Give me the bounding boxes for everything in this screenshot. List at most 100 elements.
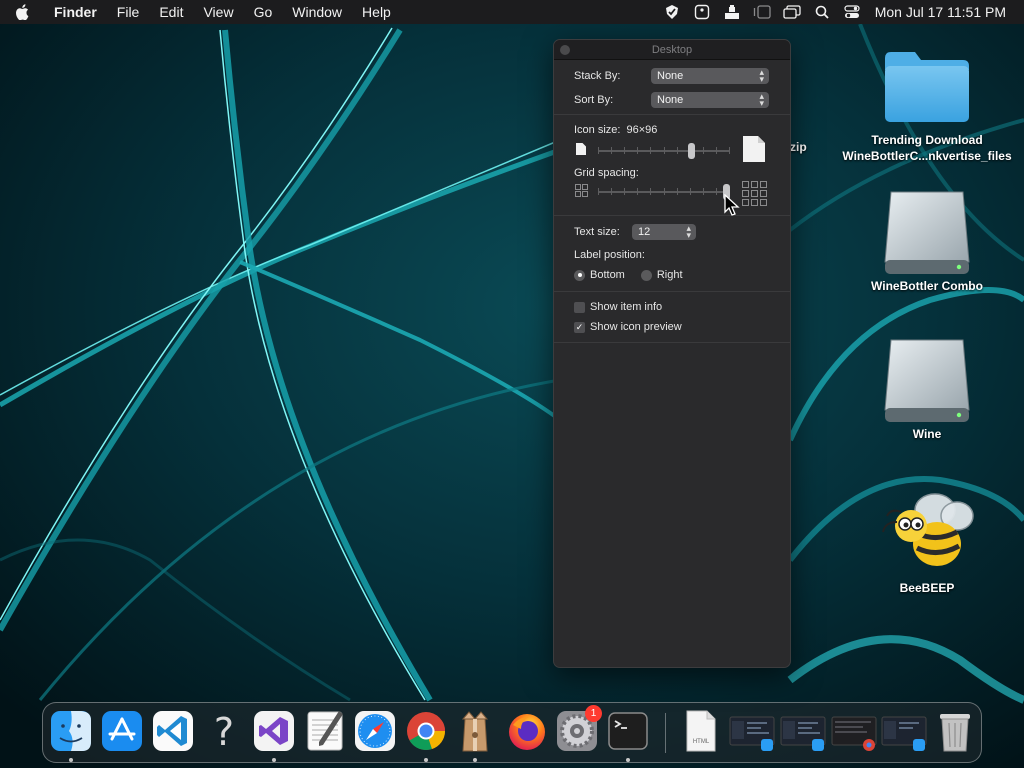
menu-clock[interactable]: Mon Jul 17 11:51 PM — [867, 4, 1024, 20]
desktop-view-options-panel: Desktop Stack By: None ▴ ▾ Sort By: None … — [553, 39, 791, 668]
menu-file[interactable]: File — [107, 0, 150, 24]
show-item-info-checkbox[interactable] — [574, 301, 585, 313]
desktop-icon-label: BeeBEEP — [899, 581, 955, 595]
dock-visual-studio[interactable] — [252, 709, 296, 753]
desktop-disk-winebottler-combo[interactable]: WineBottler Combo — [837, 188, 1017, 294]
spotlight-search-icon[interactable] — [809, 0, 835, 24]
close-button[interactable] — [560, 45, 570, 55]
slider-tick — [690, 188, 691, 195]
running-indicator — [473, 758, 477, 762]
menu-go[interactable]: Go — [244, 0, 283, 24]
slider-tick — [664, 147, 665, 154]
popup-chevron-icon: ▴ ▾ — [759, 67, 764, 84]
show-icon-preview-label: Show icon preview — [590, 321, 682, 333]
desktop-icon-label: Wine — [912, 427, 942, 441]
window-thumbnail-icon — [729, 716, 775, 751]
dock-visual-studio-code[interactable] — [151, 709, 195, 753]
slider-tick — [598, 147, 599, 154]
trash-icon — [940, 714, 970, 752]
dock-terminal[interactable] — [606, 709, 650, 753]
app-status-icon[interactable] — [689, 0, 715, 24]
stage-manager-icon[interactable] — [749, 0, 775, 24]
sort-by-value: None — [657, 94, 684, 106]
dock-window-preview-1[interactable] — [729, 709, 775, 753]
menu-finder[interactable]: Finder — [44, 0, 107, 24]
dock-app-store[interactable] — [100, 709, 144, 753]
chrome-icon — [407, 712, 446, 750]
menu-window[interactable]: Window — [282, 0, 352, 24]
menu-view[interactable]: View — [193, 0, 243, 24]
label-position-bottom-label: Bottom — [590, 269, 625, 281]
slider-tick — [624, 147, 625, 154]
drive-icon — [884, 191, 970, 274]
control-center-icon[interactable] — [839, 0, 865, 24]
window-thumbnail-icon — [881, 716, 927, 751]
dock-window-preview-2[interactable] — [780, 709, 826, 753]
slider-tick — [703, 188, 704, 195]
window-thumbnail-icon — [780, 716, 826, 751]
show-icon-preview-checkbox[interactable]: ✓ — [574, 321, 585, 333]
stack-by-popup[interactable]: None ▴ ▾ — [651, 68, 769, 84]
dock-firefox[interactable] — [505, 709, 549, 753]
app-store-icon — [102, 711, 142, 751]
shield-check-icon[interactable] — [659, 0, 685, 24]
archive-box-icon — [461, 711, 489, 752]
running-indicator — [69, 758, 73, 762]
dock: ? 1 HTML — [42, 702, 982, 763]
dock-window-preview-4[interactable] — [881, 709, 927, 753]
safari-icon — [355, 711, 395, 751]
desktop-disk-wine[interactable]: Wine — [837, 336, 1017, 442]
html-document-label: HTML — [692, 739, 710, 745]
notification-badge: 1 — [585, 705, 602, 722]
grid-small-icon — [575, 184, 588, 197]
dock-html-document[interactable]: HTML — [679, 709, 723, 753]
svg-text:?: ? — [214, 710, 234, 753]
window-thumbnail-icon — [831, 716, 877, 751]
label-position-label: Label position: — [574, 249, 645, 261]
popup-chevron-icon: ▴ ▾ — [686, 223, 691, 240]
dock-chrome[interactable] — [404, 709, 448, 753]
slider-tick — [650, 188, 651, 195]
slider-tick — [703, 147, 704, 154]
text-size-popup[interactable]: 12 ▴ ▾ — [632, 224, 696, 240]
upload-tray-icon[interactable] — [719, 0, 745, 24]
panel-titlebar[interactable]: Desktop — [554, 40, 790, 60]
desktop-app-beebeep[interactable]: BeeBEEP — [837, 488, 1017, 596]
apple-menu-icon[interactable] — [0, 4, 44, 20]
menu-help[interactable]: Help — [352, 0, 401, 24]
slider-knob[interactable] — [688, 143, 695, 159]
label-position-right-radio[interactable] — [640, 269, 652, 281]
desktop-file-label-partial: zip — [790, 140, 807, 154]
slider-tick — [677, 188, 678, 195]
dock-trash[interactable] — [933, 709, 977, 753]
desktop-folder-trending-download[interactable]: Trending Download WineBottlerC...nkverti… — [837, 44, 1017, 164]
icon-size-slider[interactable] — [598, 143, 730, 159]
slider-tick — [624, 188, 625, 195]
dock-safari[interactable] — [353, 709, 397, 753]
grid-spacing-slider[interactable] — [598, 184, 730, 200]
menu-edit[interactable]: Edit — [149, 0, 193, 24]
label-position-right-label: Right — [656, 269, 683, 281]
menu-bar: Finder File Edit View Go Window Help Mon… — [0, 0, 1024, 24]
slider-tick — [637, 147, 638, 154]
dock-system-preferences[interactable]: 1 — [555, 705, 602, 753]
dock-archive-utility[interactable] — [453, 709, 497, 753]
textedit-icon — [307, 711, 343, 751]
label-position-bottom-radio[interactable] — [574, 269, 585, 281]
dock-finder[interactable] — [49, 709, 93, 753]
dock-textedit[interactable] — [303, 709, 347, 753]
screen-mirroring-icon[interactable] — [779, 0, 805, 24]
desktop-icon-label: WineBottler Combo — [871, 279, 983, 293]
dock-window-preview-3[interactable] — [831, 709, 877, 753]
running-indicator — [626, 758, 630, 762]
text-size-label: Text size: — [574, 226, 620, 238]
dock-separator — [665, 713, 666, 753]
popup-chevron-icon: ▴ ▾ — [759, 91, 764, 108]
desktop-icon-label: Trending Download — [871, 133, 983, 147]
sort-by-label: Sort By: — [574, 94, 614, 106]
dock-help[interactable]: ? — [202, 709, 246, 754]
slider-tick — [650, 147, 651, 154]
sort-by-popup[interactable]: None ▴ ▾ — [651, 92, 769, 108]
bee-icon — [882, 493, 974, 566]
vscode-icon — [153, 711, 193, 751]
